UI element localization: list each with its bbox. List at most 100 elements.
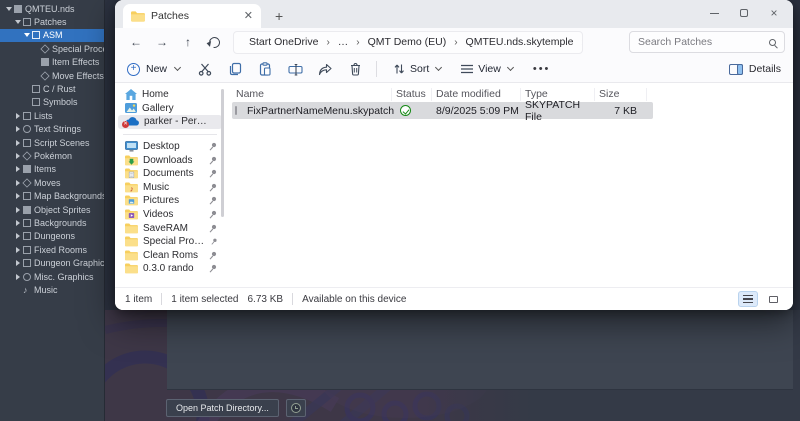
nav-item-saveram[interactable]: SaveRAM	[115, 221, 225, 235]
home-icon	[125, 89, 137, 100]
tree-item-misc-graphics[interactable]: Misc. Graphics	[0, 270, 104, 283]
patch-refresh-button[interactable]	[286, 399, 306, 417]
maximize-button[interactable]	[729, 0, 759, 26]
delete-button[interactable]	[340, 58, 370, 80]
row-checkbox[interactable]	[235, 106, 237, 115]
tree-item-text-strings[interactable]: Text Strings	[0, 123, 104, 136]
expander-closed-icon[interactable]	[13, 233, 23, 239]
tree-item-patches[interactable]: Patches	[0, 15, 104, 28]
nav-item-parker-personal[interactable]: ✕parker - Personal	[118, 115, 222, 129]
nav-scrollbar[interactable]	[221, 89, 224, 217]
copy-button[interactable]	[220, 58, 250, 80]
expander-closed-icon[interactable]	[13, 140, 23, 146]
minimize-button[interactable]	[699, 0, 729, 26]
expander-closed-icon[interactable]	[13, 193, 23, 199]
nav-item-clean-roms[interactable]: Clean Roms	[115, 249, 225, 263]
new-tab-button[interactable]: +	[275, 8, 283, 24]
nav-item-0-3-0-rando[interactable]: 0.3.0 rando	[115, 262, 225, 276]
tree-item-c-rust[interactable]: C / Rust	[0, 82, 104, 95]
tree-item-qmteu-nds[interactable]: QMTEU.nds	[0, 2, 104, 15]
nav-item-home[interactable]: Home	[115, 88, 225, 102]
details-view-toggle[interactable]	[738, 291, 758, 307]
pin-icon	[211, 237, 217, 246]
rename-button[interactable]	[280, 58, 310, 80]
tree-item-asm[interactable]: ASM	[0, 29, 104, 42]
folder-icon	[125, 223, 138, 234]
tree-item-dungeons[interactable]: Dungeons	[0, 230, 104, 243]
tree-item-move-effects[interactable]: Move Effects	[0, 69, 104, 82]
expander-open-icon[interactable]	[22, 33, 32, 37]
cut-button[interactable]	[190, 58, 220, 80]
tree-item-moves[interactable]: Moves	[0, 176, 104, 189]
column-header-size[interactable]: Size	[595, 88, 647, 101]
tree-item-label: C / Rust	[43, 84, 76, 94]
tree-item-pok-mon[interactable]: Pokémon	[0, 149, 104, 162]
tree-item-fixed-rooms[interactable]: Fixed Rooms	[0, 243, 104, 256]
nav-item-music[interactable]: ♪Music	[115, 181, 225, 195]
up-button[interactable]: ↑	[175, 31, 201, 53]
tree-item-label: QMTEU.nds	[25, 4, 75, 14]
breadcrumb-item-qmt-demo-eu[interactable]: QMT Demo (EU)	[366, 36, 449, 48]
column-header-name[interactable]: Name	[232, 88, 392, 101]
expander-open-icon[interactable]	[13, 20, 23, 24]
expander-closed-icon[interactable]	[13, 207, 23, 213]
forward-button[interactable]: →	[149, 31, 175, 53]
sort-button[interactable]: Sort	[393, 63, 441, 75]
tab-close-icon[interactable]: ✕	[244, 11, 253, 22]
pin-icon	[209, 142, 217, 151]
tree-item-item-effects[interactable]: Item Effects	[0, 56, 104, 69]
tree-item-special-process-effects[interactable]: Special Process Effects	[0, 42, 104, 55]
tree-item-lists[interactable]: Lists	[0, 109, 104, 122]
close-window-button[interactable]: ×	[759, 0, 789, 26]
tree-item-backgrounds[interactable]: Backgrounds	[0, 216, 104, 229]
expander-closed-icon[interactable]	[13, 260, 23, 266]
expander-closed-icon[interactable]	[13, 220, 23, 226]
tree-item-map-backgrounds[interactable]: Map Backgrounds	[0, 189, 104, 202]
refresh-button[interactable]	[201, 31, 227, 53]
nav-item-special-process[interactable]: Special Process...	[115, 235, 225, 249]
breadcrumb-item-ellipsis[interactable]: …	[336, 36, 351, 48]
file-row-selected[interactable]: FixPartnerNameMenu.skypatch 8/9/2025 5:0…	[232, 102, 653, 119]
expander-closed-icon[interactable]	[13, 113, 23, 119]
nav-item-gallery[interactable]: Gallery	[115, 102, 225, 116]
nav-item-videos[interactable]: Videos	[115, 208, 225, 222]
paste-button[interactable]	[250, 58, 280, 80]
box-icon	[23, 219, 31, 227]
column-header-status[interactable]: Status	[392, 88, 432, 101]
paste-icon	[258, 62, 272, 76]
tree-item-object-sprites[interactable]: Object Sprites	[0, 203, 104, 216]
expander-open-icon[interactable]	[4, 7, 14, 11]
new-button[interactable]: + New	[127, 63, 180, 76]
expander-closed-icon[interactable]	[13, 166, 23, 172]
nav-item-label: Videos	[143, 209, 173, 220]
tree-item-symbols[interactable]: Symbols	[0, 96, 104, 109]
tree-item-music[interactable]: Music	[0, 283, 104, 296]
box-f-icon	[23, 165, 31, 173]
expander-closed-icon[interactable]	[13, 126, 23, 132]
breadcrumb-item-qmteu-nds-skytemple[interactable]: QMTEU.nds.skytemple	[464, 36, 576, 48]
nav-item-label: Clean Roms	[143, 250, 198, 261]
view-button[interactable]: View	[461, 63, 513, 75]
details-pane-button[interactable]: Details	[729, 63, 781, 75]
large-icons-view-toggle[interactable]	[763, 291, 783, 307]
rom-icon	[14, 5, 22, 13]
tree-item-items[interactable]: Items	[0, 163, 104, 176]
column-header-date[interactable]: Date modified	[432, 88, 521, 101]
patch-icon	[32, 85, 40, 93]
expander-closed-icon[interactable]	[13, 274, 23, 280]
nav-item-desktop[interactable]: Desktop	[115, 140, 225, 154]
search-input[interactable]: Search Patches	[629, 31, 785, 53]
share-button[interactable]	[310, 58, 340, 80]
nav-item-label: Documents	[143, 168, 194, 179]
tab-patches[interactable]: Patches ✕	[123, 4, 261, 28]
breadcrumb-item-start-onedrive[interactable]: Start OneDrive	[247, 36, 320, 48]
see-more-button[interactable]: •••	[533, 63, 551, 75]
nav-item-pictures[interactable]: Pictures	[115, 194, 225, 208]
tree-item-script-scenes[interactable]: Script Scenes	[0, 136, 104, 149]
nav-item-downloads[interactable]: Downloads	[115, 153, 225, 167]
open-patch-directory-button[interactable]: Open Patch Directory...	[166, 399, 279, 417]
back-button[interactable]: ←	[123, 31, 149, 53]
nav-item-documents[interactable]: Documents	[115, 167, 225, 181]
tree-item-dungeon-graphics[interactable]: Dungeon Graphics	[0, 256, 104, 269]
expander-closed-icon[interactable]	[13, 247, 23, 253]
